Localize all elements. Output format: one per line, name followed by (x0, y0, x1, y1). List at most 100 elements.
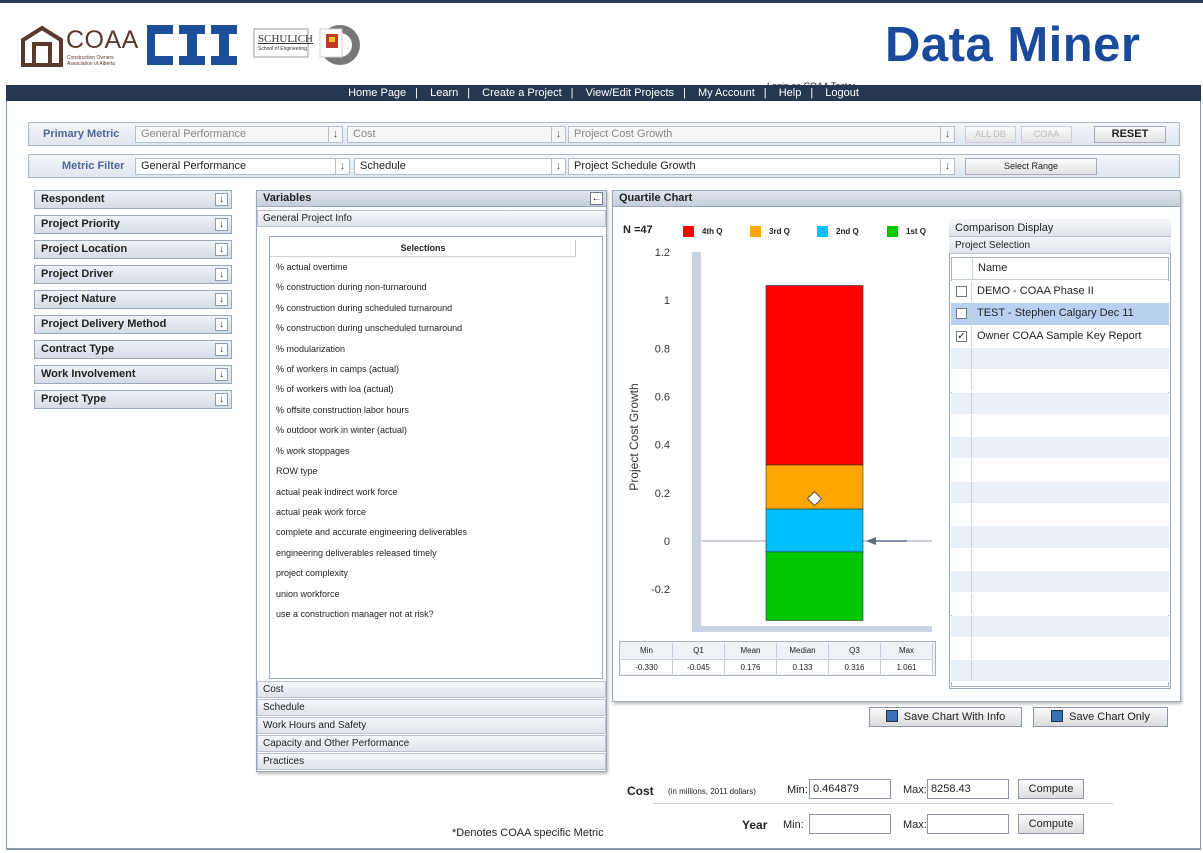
list-item[interactable]: % work stoppages (270, 441, 602, 461)
stats-header-cell: Max (881, 643, 933, 658)
year-max-input[interactable] (927, 814, 1009, 834)
primary-metric-type-select[interactable]: Cost ↓ (347, 126, 566, 143)
table-row[interactable]: DEMO - COAA Phase II (951, 281, 1169, 304)
project-selection-header[interactable]: Project Selection (949, 237, 1171, 254)
sidebar-item-project-priority[interactable]: Project Priority ↓ (34, 215, 232, 234)
list-item[interactable]: % construction during non-turnaround (270, 277, 602, 297)
table-row (951, 548, 1169, 571)
list-item[interactable]: ROW type (270, 461, 602, 481)
list-item[interactable]: project complexity (270, 563, 602, 583)
list-item[interactable]: % of workers with loa (actual) (270, 379, 602, 399)
collapse-left-icon[interactable]: ← (590, 192, 603, 205)
comparison-title: Comparison Display (955, 222, 1054, 234)
chevron-down-icon: ↓ (215, 368, 228, 381)
list-item[interactable]: use a construction manager not at risk? (270, 604, 602, 624)
sidebar-item-work-involvement[interactable]: Work Involvement ↓ (34, 365, 232, 384)
nav-logout[interactable]: Logout (825, 87, 859, 99)
nav-my-account[interactable]: My Account (698, 87, 755, 99)
list-item[interactable]: % construction during unscheduled turnar… (270, 318, 602, 338)
sidebar-item-respondent[interactable]: Respondent ↓ (34, 190, 232, 209)
variables-section-practices[interactable]: Practices (257, 753, 606, 770)
metric-filter-category-select[interactable]: General Performance ↓ (135, 158, 350, 175)
variables-section-capacity[interactable]: Capacity and Other Performance (257, 735, 606, 752)
nav-learn[interactable]: Learn (430, 87, 458, 99)
sidebar-item-label: Contract Type (41, 343, 115, 355)
y-tick-label: 0.4 (655, 440, 670, 452)
chevron-down-icon: ↓ (215, 293, 228, 306)
primary-metric-category-select[interactable]: General Performance (135, 126, 341, 143)
column-divider (575, 240, 576, 256)
legend-label-1st: 1st Q (906, 227, 927, 236)
grid-divider (971, 370, 972, 392)
legend-swatch-1st (887, 226, 898, 237)
primary-metric-category-value: General Performance (141, 128, 247, 140)
sidebar-item-project-driver[interactable]: Project Driver ↓ (34, 265, 232, 284)
select-range-button[interactable]: Select Range (965, 158, 1097, 175)
legend-swatch-4th (683, 226, 694, 237)
section-label: Practices (263, 756, 305, 767)
variables-section-general-project-info[interactable]: General Project Info (257, 210, 606, 227)
primary-metric-select[interactable]: Project Cost Growth ↓ (568, 126, 955, 143)
list-item[interactable]: % of workers in camps (actual) (270, 359, 602, 379)
project-checkbox[interactable]: ✓ (956, 330, 967, 342)
chevron-down-icon: ↓ (215, 393, 228, 406)
all-db-button[interactable]: ALL DB (965, 126, 1016, 143)
reset-button[interactable]: RESET (1094, 126, 1166, 143)
sidebar-item-project-location[interactable]: Project Location ↓ (34, 240, 232, 259)
list-item[interactable]: actual peak work force (270, 502, 602, 522)
variables-section-cost[interactable]: Cost (257, 681, 606, 698)
metric-filter-value: Project Schedule Growth (574, 160, 696, 172)
stats-value-cell: 1.061 (881, 659, 933, 674)
sidebar-item-contract-type[interactable]: Contract Type ↓ (34, 340, 232, 359)
grid-divider (971, 570, 972, 593)
sidebar-item-project-delivery-method[interactable]: Project Delivery Method ↓ (34, 315, 232, 334)
save-chart-with-info-button[interactable]: Save Chart With Info (869, 707, 1022, 727)
name-column-header[interactable]: Name (978, 262, 1007, 274)
sidebar-item-project-type[interactable]: Project Type ↓ (34, 390, 232, 409)
y-axis-band (692, 252, 701, 629)
chevron-down-icon: ↓ (551, 159, 565, 174)
list-item[interactable]: % actual overtime (270, 257, 602, 277)
cost-compute-button[interactable]: Compute (1018, 779, 1084, 799)
comparison-header: Comparison Display (949, 219, 1171, 237)
sidebar-item-project-nature[interactable]: Project Nature ↓ (34, 290, 232, 309)
metric-filter-label: Metric Filter (62, 160, 125, 172)
cost-min-input[interactable]: 0.464879 (809, 779, 891, 799)
quartile-chart: 1.2 1 0.8 0.6 0.4 0.2 0 -0.2 (651, 247, 932, 632)
year-compute-button[interactable]: Compute (1018, 814, 1084, 834)
project-name: TEST - Stephen Calgary Dec 11 (977, 307, 1134, 320)
table-row[interactable]: ✓ Owner COAA Sample Key Report (951, 325, 1169, 348)
list-item[interactable]: actual peak indirect work force (270, 482, 602, 502)
metric-filter-category-value: General Performance (141, 160, 247, 172)
grid-divider (971, 481, 972, 503)
metric-filter-select[interactable]: Project Schedule Growth ↓ (568, 158, 955, 175)
footnote: *Denotes COAA specific Metric (452, 827, 604, 839)
nav-home[interactable]: Home Page (348, 87, 406, 99)
variables-section-work-hours-safety[interactable]: Work Hours and Safety (257, 717, 606, 734)
list-item[interactable]: % offsite construction labor hours (270, 400, 602, 420)
list-item[interactable]: % construction during scheduled turnarou… (270, 298, 602, 318)
list-item[interactable]: engineering deliverables released timely (270, 543, 602, 563)
project-checkbox[interactable] (956, 286, 967, 297)
primary-metric-category-dropdown[interactable]: ↓ (327, 126, 343, 143)
list-item[interactable]: complete and accurate engineering delive… (270, 522, 602, 542)
nav-create-project[interactable]: Create a Project (482, 87, 561, 99)
list-item[interactable]: % outdoor work in winter (actual) (270, 420, 602, 440)
primary-metric-value: Project Cost Growth (574, 128, 673, 140)
list-item[interactable]: % modularization (270, 339, 602, 359)
nav-view-edit-projects[interactable]: View/Edit Projects (586, 87, 674, 99)
floppy-disk-icon (885, 710, 898, 722)
coaa-button[interactable]: COAA (1021, 126, 1072, 143)
nav-help[interactable]: Help (779, 87, 802, 99)
year-max-label: Max: (903, 819, 927, 831)
quartile-header: Quartile Chart (612, 190, 1181, 207)
metric-filter-type-select[interactable]: Schedule ↓ (354, 158, 566, 175)
save-chart-only-button[interactable]: Save Chart Only (1033, 707, 1168, 727)
project-checkbox[interactable] (956, 308, 967, 320)
table-row (951, 481, 1169, 504)
cost-max-input[interactable]: 8258.43 (927, 779, 1009, 799)
year-min-input[interactable] (809, 814, 891, 834)
table-row[interactable]: TEST - Stephen Calgary Dec 11 (951, 303, 1169, 326)
variables-section-schedule[interactable]: Schedule (257, 699, 606, 716)
list-item[interactable]: union workforce (270, 584, 602, 604)
